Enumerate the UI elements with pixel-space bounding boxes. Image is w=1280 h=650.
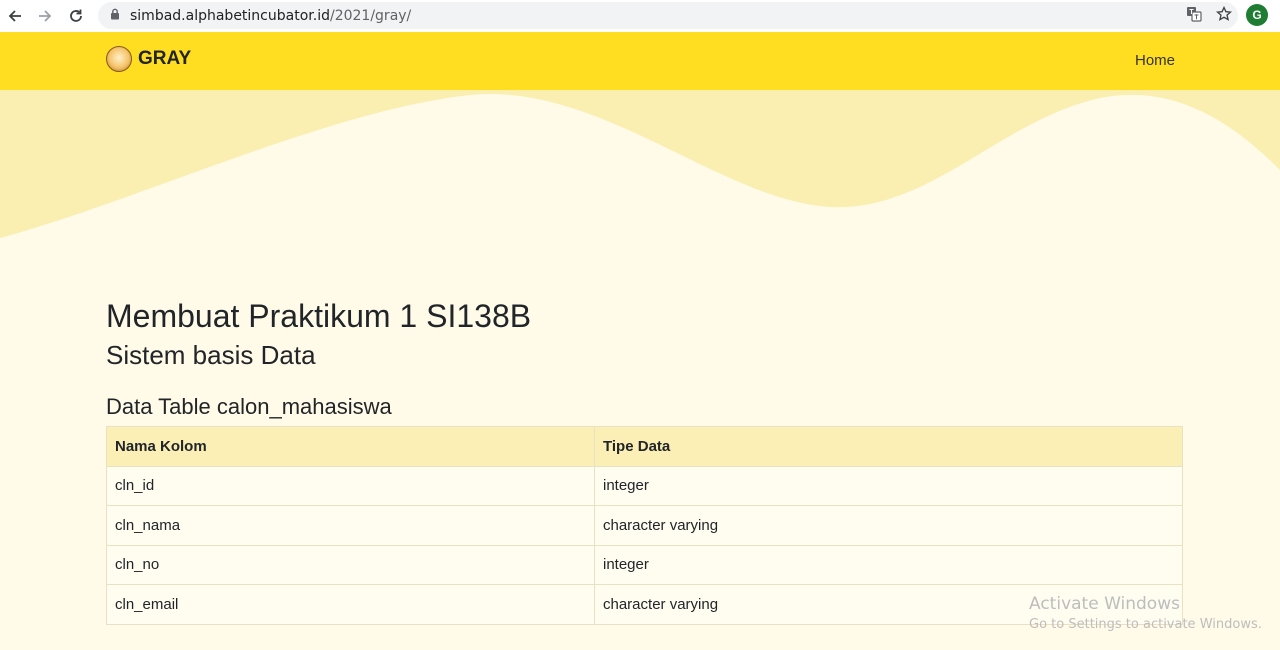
brand-link[interactable]: GRAY <box>106 46 191 72</box>
table-row: cln_id integer <box>106 465 1183 506</box>
arrow-right-icon <box>39 10 52 22</box>
main-content: Membuat Praktikum 1 SI138B Sistem basis … <box>106 296 1183 625</box>
column-header-tipe-data: Tipe Data <box>594 426 1183 467</box>
star-bookmark-icon[interactable] <box>1215 5 1233 27</box>
activate-windows-watermark: Activate Windows Go to Settings to activ… <box>1029 593 1262 634</box>
reload-button[interactable] <box>61 1 91 31</box>
translate-icon[interactable] <box>1186 6 1202 27</box>
table-row: cln_nama character varying <box>106 505 1183 546</box>
table-header-row: Nama Kolom Tipe Data <box>106 426 1183 467</box>
table-row: cln_no integer <box>106 544 1183 585</box>
brand-logo-icon <box>106 46 132 72</box>
brand-name: GRAY <box>138 48 192 69</box>
table-cell: cln_nama <box>106 505 595 546</box>
table-cell: cln_no <box>106 544 595 585</box>
watermark-subtitle: Go to Settings to activate Windows. <box>1029 617 1262 632</box>
table-cell: integer <box>594 465 1183 506</box>
watermark-title: Activate Windows <box>1029 594 1180 614</box>
back-button[interactable] <box>0 1 30 31</box>
table-cell: integer <box>594 544 1183 585</box>
site-navbar: GRAY Home <box>0 32 1280 90</box>
reload-icon <box>70 9 82 22</box>
forward-button[interactable] <box>30 1 60 31</box>
browser-toolbar: simbad.alphabetincubator.id/2021/gray/ G <box>0 0 1280 32</box>
table-cell: cln_email <box>106 584 595 625</box>
profile-avatar[interactable]: G <box>1246 4 1268 26</box>
table-row: cln_email character varying <box>106 584 1183 625</box>
table-cell: cln_id <box>106 465 595 506</box>
page-subtitle: Sistem basis Data <box>106 340 316 370</box>
table-cell: character varying <box>594 505 1183 546</box>
url-domain: simbad.alphabetincubator.id <box>130 7 330 24</box>
lock-icon[interactable] <box>110 8 120 24</box>
arrow-left-icon <box>8 10 21 22</box>
column-header-nama-kolom: Nama Kolom <box>106 426 595 467</box>
data-table: Nama Kolom Tipe Data cln_id integer cln_… <box>106 426 1183 625</box>
page-title: Membuat Praktikum 1 SI138B <box>106 298 532 334</box>
decorative-wave <box>0 90 1280 250</box>
table-title: Data Table calon_mahasiswa <box>106 394 392 419</box>
nav-home-link[interactable]: Home <box>1135 52 1175 69</box>
address-bar[interactable]: simbad.alphabetincubator.id/2021/gray/ <box>98 2 1238 29</box>
url-path: /2021/gray/ <box>329 7 412 24</box>
